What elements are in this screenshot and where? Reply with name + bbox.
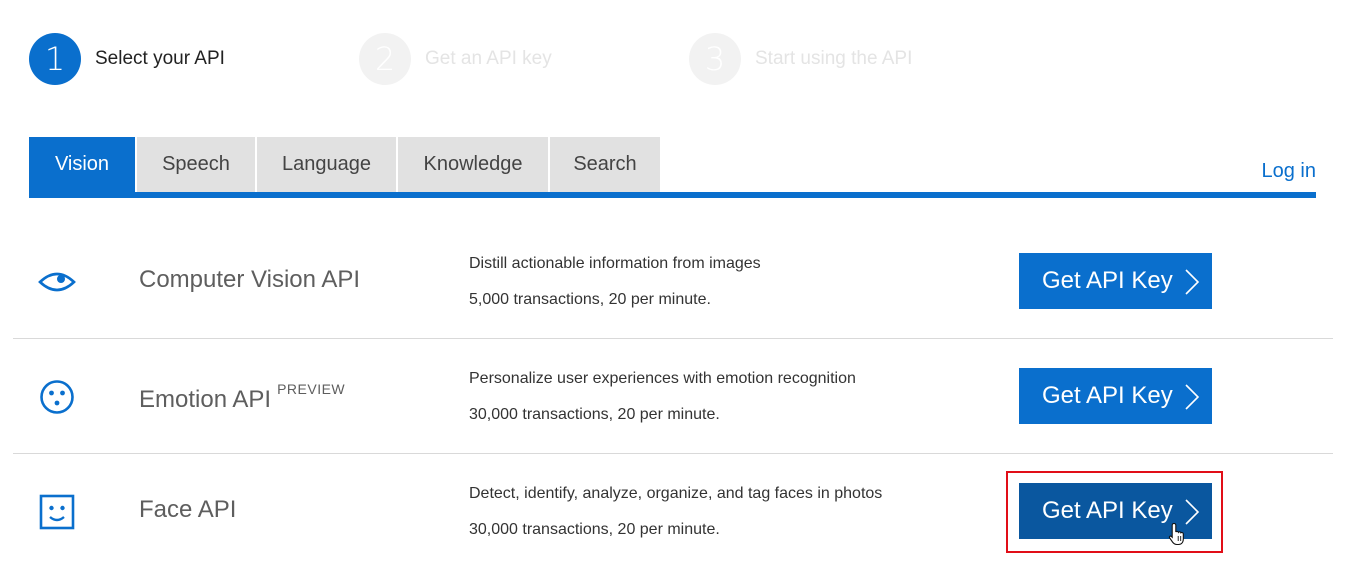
preview-badge: PREVIEW	[277, 381, 346, 397]
api-name: Emotion API PREVIEW	[139, 381, 346, 413]
step-indicator: 1 Select your API 2 Get an API key 3 Sta…	[29, 33, 1329, 85]
api-name: Face API	[139, 496, 237, 523]
button-label: Get API Key	[1042, 497, 1173, 524]
tab-language[interactable]: Language	[255, 137, 396, 192]
login-link[interactable]: Log in	[1262, 160, 1317, 183]
api-quota: 30,000 transactions, 20 per minute.	[469, 521, 720, 538]
step-1-label: Select your API	[95, 48, 225, 69]
api-quota: 30,000 transactions, 20 per minute.	[469, 406, 720, 423]
api-name: Computer Vision API	[139, 266, 361, 293]
api-row-emotion: Emotion API PREVIEW Personalize user expe…	[13, 339, 1333, 454]
hand-cursor-icon	[1168, 522, 1184, 546]
api-quota: 5,000 transactions, 20 per minute.	[469, 291, 711, 308]
face-icon	[39, 494, 75, 530]
step-3: 3 Start using the API	[689, 33, 912, 85]
button-label: Get API Key	[1042, 382, 1173, 409]
chevron-right-icon	[1185, 384, 1200, 410]
button-label: Get API Key	[1042, 267, 1173, 294]
category-tabs: Vision Speech Language Knowledge Search …	[29, 137, 1316, 198]
get-api-key-button-emotion[interactable]: Get API Key	[1019, 368, 1212, 424]
tab-search[interactable]: Search	[548, 137, 660, 192]
tab-underline	[29, 192, 1316, 198]
api-row-face: Face API Detect, identify, analyze, orga…	[13, 454, 1333, 568]
api-row-computer-vision: Computer Vision API Distill actionable i…	[13, 224, 1333, 339]
api-list: Computer Vision API Distill actionable i…	[13, 224, 1333, 568]
tab-list: Vision Speech Language Knowledge Search	[29, 137, 660, 192]
step-3-number: 3	[689, 33, 741, 85]
step-1: 1 Select your API	[29, 33, 225, 85]
emotion-face-icon	[40, 380, 74, 414]
tab-speech[interactable]: Speech	[135, 137, 255, 192]
step-2-number: 2	[359, 33, 411, 85]
tab-vision[interactable]: Vision	[29, 137, 135, 192]
step-3-label: Start using the API	[755, 48, 913, 69]
step-2-label: Get an API key	[425, 48, 552, 69]
chevron-right-icon	[1185, 269, 1200, 295]
step-1-number: 1	[29, 33, 81, 85]
get-api-key-button-computer-vision[interactable]: Get API Key	[1019, 253, 1212, 309]
step-2: 2 Get an API key	[359, 33, 552, 85]
api-description: Distill actionable information from imag…	[469, 255, 761, 272]
eye-icon	[38, 272, 76, 292]
api-description: Detect, identify, analyze, organize, and…	[469, 485, 883, 502]
tab-knowledge[interactable]: Knowledge	[396, 137, 548, 192]
api-description: Personalize user experiences with emotio…	[469, 370, 856, 387]
